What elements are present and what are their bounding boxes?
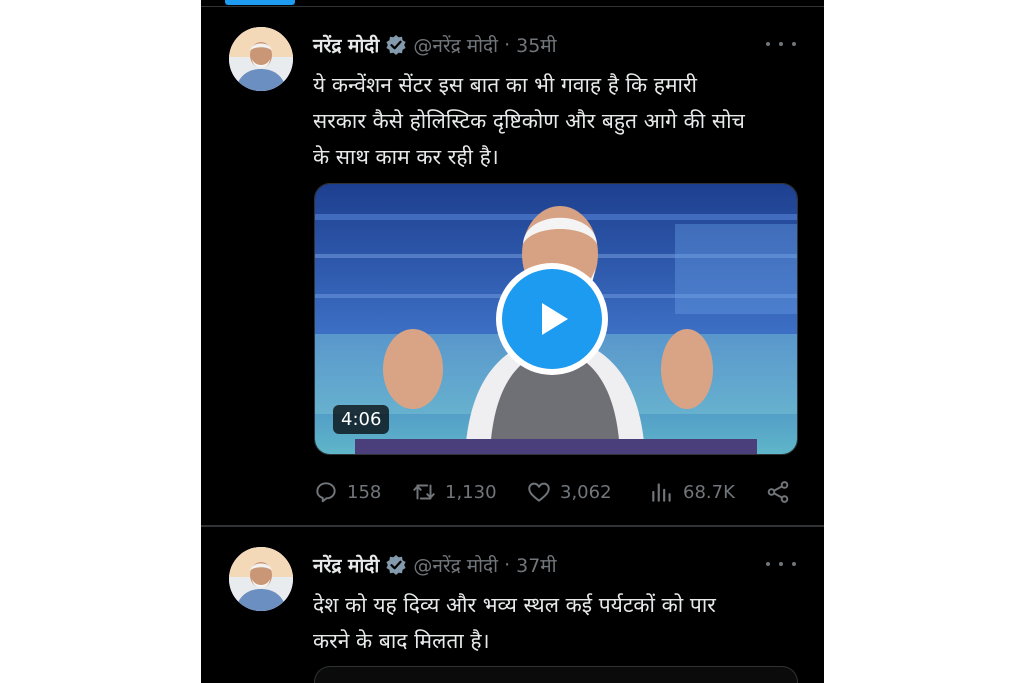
- views-icon: [652, 483, 671, 502]
- tweet-text: देश को यह दिव्य और भव्य स्थल कई पर्यटकों…: [313, 593, 716, 653]
- separator: ·: [504, 554, 511, 576]
- tweet-text: ये कन्वेंशन सेंटर इस बात का भी गवाह है क…: [313, 73, 745, 169]
- retweet-count: 1,130: [445, 481, 497, 503]
- verified-icon: [385, 34, 407, 56]
- like-button[interactable]: 3,062: [526, 477, 612, 507]
- timestamp[interactable]: 35मी: [516, 32, 556, 58]
- views-button[interactable]: 68.7K: [649, 477, 735, 507]
- avatar[interactable]: [229, 547, 293, 611]
- tweet-header: नरेंद्र मोदी @नरेंद्र मोदी · 37मी: [313, 551, 557, 579]
- timeline: नरेंद्र मोदी @नरेंद्र मोदी · 35मी ये कन्…: [201, 0, 824, 683]
- like-count: 3,062: [560, 481, 612, 503]
- heart-icon: [528, 482, 550, 502]
- tweet-header: नरेंद्र मोदी @नरेंद्र मोदी · 35मी: [313, 31, 557, 59]
- share-icon: [767, 481, 789, 503]
- display-name[interactable]: नरेंद्र मोदी: [313, 552, 379, 578]
- tweet-actions: 158 1,130 3,062 68.7K: [313, 477, 793, 507]
- timestamp[interactable]: 37मी: [516, 552, 556, 578]
- avatar[interactable]: [229, 27, 293, 91]
- video-player[interactable]: 4:06: [314, 183, 798, 455]
- video-duration: 4:06: [333, 405, 390, 434]
- more-options-icon[interactable]: [766, 553, 796, 575]
- reply-button[interactable]: 158: [313, 477, 381, 507]
- active-tab-indicator: [225, 0, 295, 5]
- retweet-icon: [413, 484, 435, 500]
- play-icon: [542, 303, 568, 335]
- verified-icon: [385, 554, 407, 576]
- retweet-button[interactable]: 1,130: [411, 477, 497, 507]
- media-preview[interactable]: [314, 666, 798, 683]
- more-options-icon[interactable]: [766, 33, 796, 55]
- reply-count: 158: [347, 481, 382, 503]
- display-name[interactable]: नरेंद्र मोदी: [313, 32, 379, 58]
- separator: ·: [504, 34, 511, 56]
- view-count: 68.7K: [683, 481, 735, 503]
- play-button[interactable]: [496, 263, 608, 375]
- share-button[interactable]: [765, 477, 799, 507]
- reply-icon: [316, 482, 336, 503]
- handle[interactable]: @नरेंद्र मोदी: [413, 552, 498, 578]
- tweet[interactable]: नरेंद्र मोदी @नरेंद्र मोदी · 35मी ये कन्…: [201, 7, 824, 525]
- tweet[interactable]: नरेंद्र मोदी @नरेंद्र मोदी · 37मी देश को…: [201, 527, 824, 683]
- handle[interactable]: @नरेंद्र मोदी: [413, 32, 498, 58]
